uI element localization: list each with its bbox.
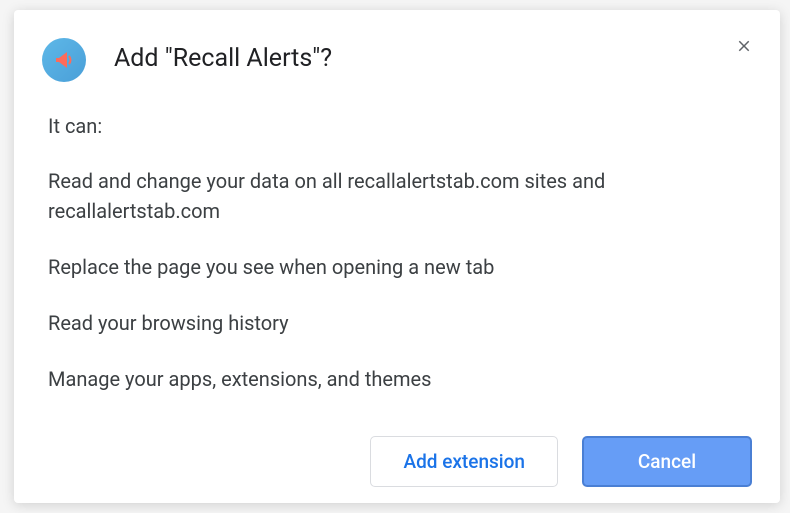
dialog-header: Add "Recall Alerts"? [14,10,780,82]
extension-megaphone-icon [42,38,86,82]
dialog-body: It can: Read and change your data on all… [14,82,780,420]
cancel-button[interactable]: Cancel [582,436,752,487]
permission-item: Read your browsing history [48,308,746,338]
add-extension-button[interactable]: Add extension [370,436,558,487]
extension-install-dialog: Add "Recall Alerts"? It can: Read and ch… [14,10,780,503]
permissions-intro: It can: [48,114,746,138]
permission-item: Manage your apps, extensions, and themes [48,364,746,394]
close-button[interactable] [728,30,760,62]
dialog-title: Add "Recall Alerts"? [114,44,332,73]
close-icon [735,37,753,55]
permission-item: Read and change your data on all recalla… [48,166,746,226]
dialog-footer: Add extension Cancel [14,420,780,513]
permission-item: Replace the page you see when opening a … [48,252,746,282]
